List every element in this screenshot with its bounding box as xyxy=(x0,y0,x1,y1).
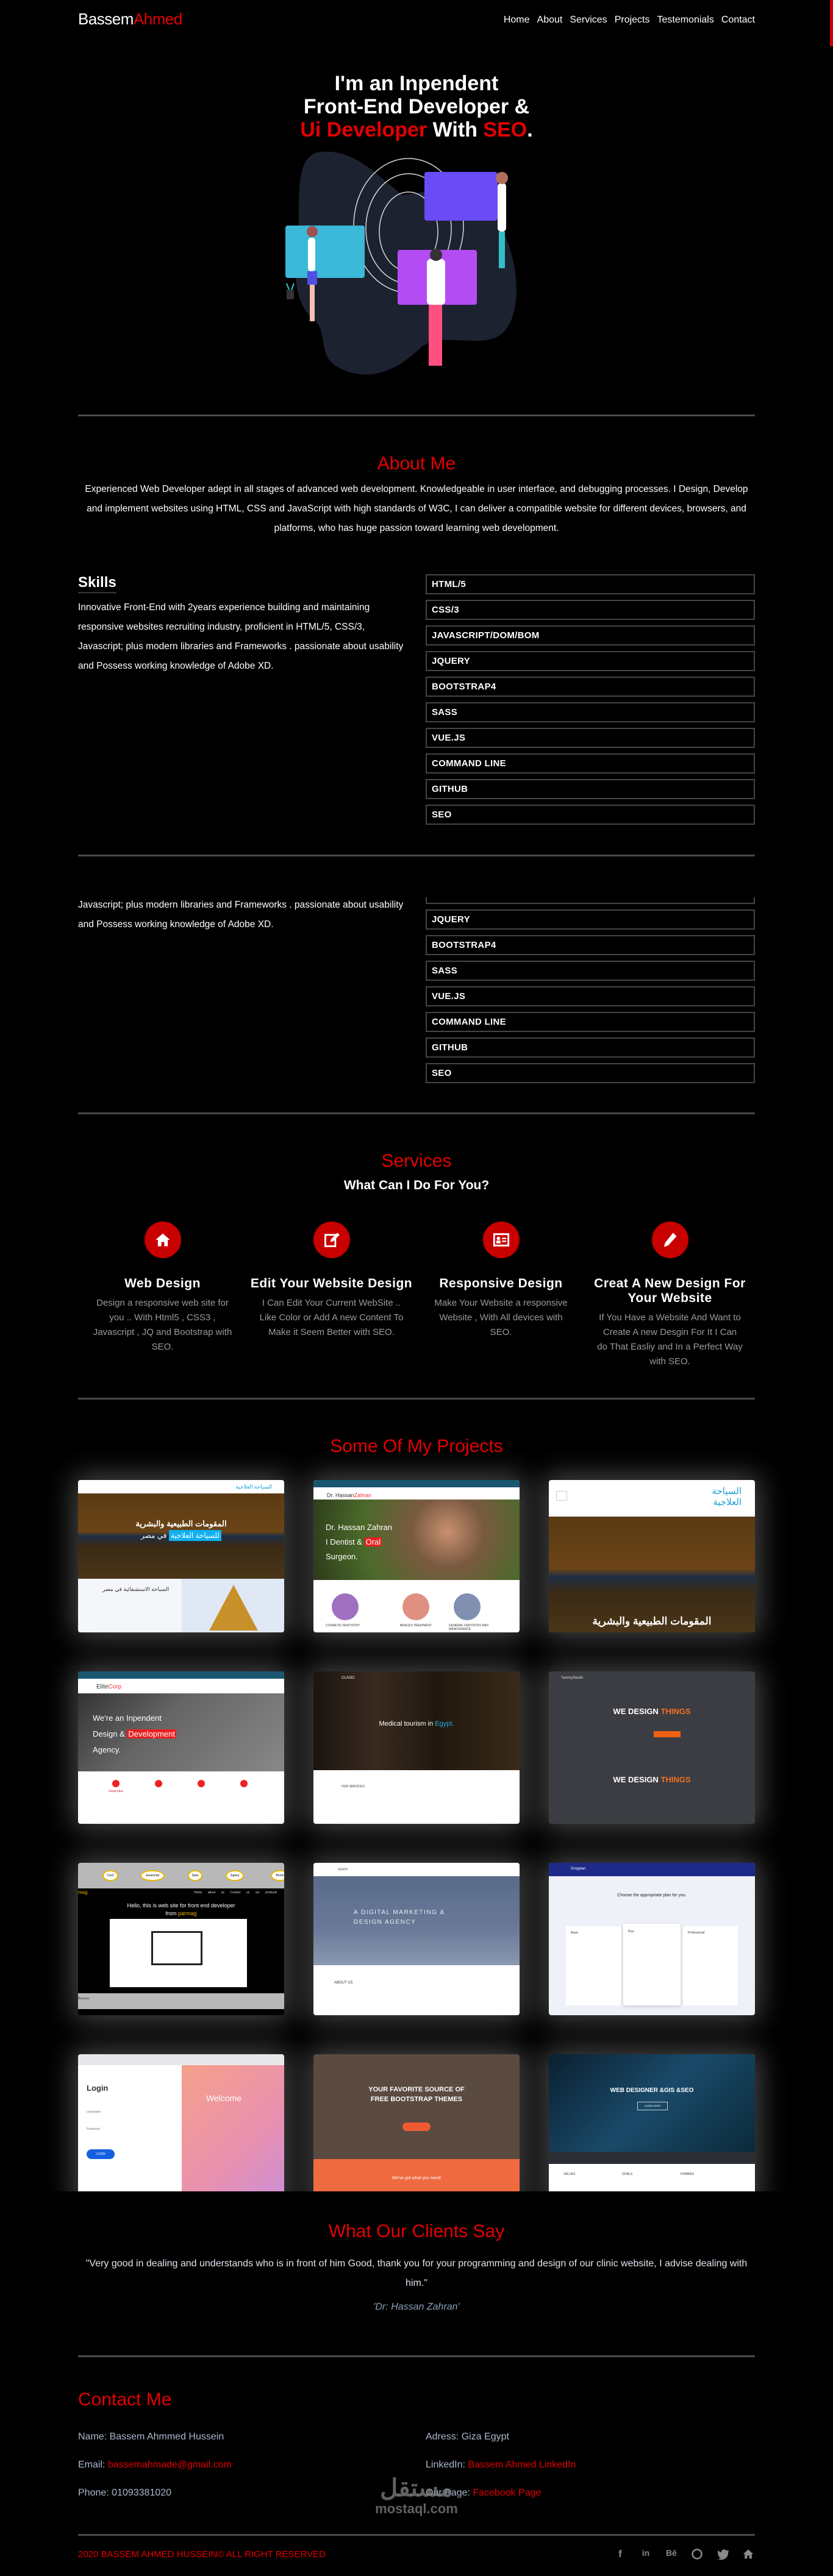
twitter-icon[interactable] xyxy=(716,2548,729,2561)
contact-phone: Phone: 01093381020 xyxy=(78,2488,172,2498)
facebook-page-link[interactable]: Facebook Page xyxy=(473,2488,541,2498)
service-edit-design: Edit Your Website Design I Can Edit Your… xyxy=(247,1222,416,1340)
skill-item: HTML/5 xyxy=(426,574,755,594)
service-responsive-design: Responsive Design Make Your Website a re… xyxy=(416,1222,585,1340)
divider xyxy=(78,2534,755,2536)
project-card[interactable]: EliteCorp We're an Inpendent Design & De… xyxy=(78,1671,284,1824)
github-icon[interactable] xyxy=(690,2548,704,2561)
project-card[interactable]: Css3 Javascript Sass Jquery Boots mag Ho… xyxy=(78,1863,284,2015)
linkedin-icon[interactable]: in xyxy=(639,2548,652,2561)
services-title: Services xyxy=(381,1151,452,1171)
service-new-design: Creat A New Design For Your Website If Y… xyxy=(585,1222,754,1369)
email-link[interactable]: bassemahmade@gmail.com xyxy=(108,2460,232,2470)
skill-item: COMMAND LINE xyxy=(426,753,755,774)
skills-text: Innovative Front-End with 2years experie… xyxy=(78,900,404,930)
skill-item: JQUERY xyxy=(426,651,755,671)
skill-item: JQUERY xyxy=(426,909,755,930)
contact-linkedin: LinkedIn: Bassem Ahmed LinkedIn xyxy=(426,2460,576,2470)
skills-title: Skills xyxy=(78,574,116,593)
contact-title: Contact Me xyxy=(78,2389,172,2410)
project-card[interactable]: YOUR FAVORITE SOURCE OF FREE BOOTSTRAP TH… xyxy=(313,2054,520,2191)
testimonial-quote: "Very good in dealing and understands wh… xyxy=(85,2258,748,2288)
divider xyxy=(78,855,755,856)
contact-name: Name: Bassem Ahmmed Hussein xyxy=(78,2432,224,2442)
home-icon[interactable] xyxy=(742,2548,755,2561)
skill-item: BOOTSTRAP4 xyxy=(426,935,755,955)
project-card[interactable]: Dr. HassanZahran Dr. Hassan Zahran I Den… xyxy=(313,1480,520,1632)
skill-item: JAVASCRIPT/DOM/BOM xyxy=(426,625,755,646)
skill-item: COMMAND LINE xyxy=(426,1012,755,1032)
skill-item: VUE.JS xyxy=(426,986,755,1006)
projects-inner: السياحة العلاجية المقومات الطبيعية والبش… xyxy=(0,1451,833,2191)
project-card[interactable]: CLASIC Medical tourism in Egypt. OUR SER… xyxy=(313,1671,520,1824)
services-subtitle: What Can I Do For You? xyxy=(343,1178,490,1192)
skills-section-repeat: Innovative Front-End with 2years experie… xyxy=(0,897,833,1092)
project-card[interactable]: WEB DESIGNER &GIS &SEO LEARN MORE VALUES… xyxy=(549,2054,755,2191)
hamburger-icon xyxy=(556,1491,567,1501)
social-links: f in Bē xyxy=(613,2548,755,2561)
skill-item: BOOTSTRAP4 xyxy=(426,677,755,697)
mostaql-watermark: مستقل mostaql.com xyxy=(375,2475,458,2516)
project-card[interactable]: space A DIGITAL MARKETING & DESIGN AGENCY… xyxy=(313,1863,520,2015)
skill-item: GITHUB xyxy=(426,779,755,799)
skill-item: SEO xyxy=(426,1063,755,1083)
skills-text: Innovative Front-End with 2years experie… xyxy=(78,602,404,671)
testimonials-title: What Our Clients Say xyxy=(328,2221,505,2241)
skill-item: SASS xyxy=(426,961,755,981)
skills-repeat-inner: Innovative Front-End with 2years experie… xyxy=(0,897,833,1092)
pen-icon xyxy=(651,1222,688,1258)
project-card[interactable]: Login Username Password LOGIN Welcome xyxy=(78,2054,284,2191)
skill-item: SASS xyxy=(426,702,755,722)
contact-email: Email: bassemahmade@gmail.com xyxy=(78,2460,232,2470)
edit-icon xyxy=(313,1222,350,1258)
linkedin-link[interactable]: Bassem Ahmed LinkedIn xyxy=(468,2460,576,2470)
behance-icon[interactable]: Bē xyxy=(665,2548,678,2561)
testimonial-author: 'Dr: Hassan Zahran' xyxy=(373,2302,460,2312)
contact-address: Adress: Giza Egypt xyxy=(426,2432,509,2442)
divider xyxy=(78,1112,755,1114)
projects-grid: السياحة العلاجية المقومات الطبيعية والبش… xyxy=(0,1451,833,2191)
skill-item: GITHUB xyxy=(426,1037,755,1058)
skill-item: SEO xyxy=(426,805,755,825)
facebook-icon[interactable]: f xyxy=(613,2548,627,2561)
skill-item: CSS/3 xyxy=(426,600,755,620)
divider xyxy=(78,1398,755,1400)
divider xyxy=(78,2355,755,2357)
project-card[interactable]: السياحة العلاجية المقومات الطبيعية والبش… xyxy=(549,1480,755,1632)
skills-section: Skills Innovative Front-End with 2years … xyxy=(0,0,833,853)
copyright: 2020 BASSEM AHMED HUSSEIN© ALL RIGHT RES… xyxy=(78,2549,326,2560)
id-card-icon xyxy=(482,1222,520,1258)
project-card[interactable]: TammyStudio WE DESIGN THINGS WE DESIGN T… xyxy=(549,1671,755,1824)
home-icon xyxy=(144,1222,181,1258)
project-card[interactable]: السياحة العلاجية المقومات الطبيعية والبش… xyxy=(78,1480,284,1632)
service-web-design: Web Design Design a responsive web site … xyxy=(78,1222,247,1354)
project-card[interactable]: Dropplan Choose the appropriate plan for… xyxy=(549,1863,755,2015)
skill-item: JAVASCRIPT/DOM/BOM xyxy=(426,897,755,904)
skill-item: VUE.JS xyxy=(426,728,755,748)
